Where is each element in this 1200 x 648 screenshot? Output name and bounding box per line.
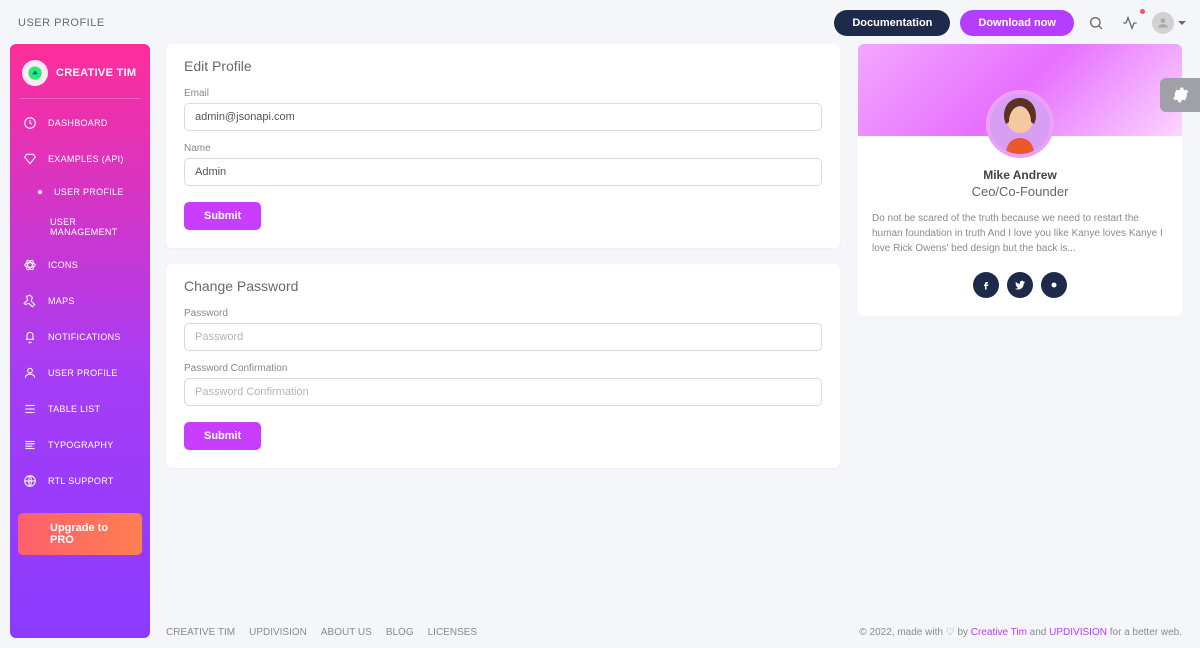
- facebook-icon[interactable]: [973, 272, 999, 298]
- card-title: Change Password: [184, 278, 822, 294]
- list-icon: [22, 401, 38, 417]
- name-field[interactable]: [184, 158, 822, 186]
- sidebar-item-notifications[interactable]: NOTIFICATIONS: [10, 319, 150, 355]
- twitter-icon[interactable]: [1007, 272, 1033, 298]
- name-label: Name: [184, 143, 822, 154]
- brand[interactable]: CREATIVE TIM: [10, 54, 150, 96]
- chevron-down-icon: [1178, 21, 1186, 25]
- atom-icon: [22, 257, 38, 273]
- page-title: USER PROFILE: [18, 17, 105, 29]
- profile-avatar: [986, 90, 1054, 158]
- footer-link[interactable]: ABOUT US: [321, 627, 372, 638]
- sidebar: CREATIVE TIM DASHBOARD EXAMPLES (API) US…: [10, 44, 150, 638]
- sidebar-item-label: USER PROFILE: [54, 187, 124, 197]
- password-confirm-field[interactable]: [184, 378, 822, 406]
- sidebar-item-table-list[interactable]: TABLE LIST: [10, 391, 150, 427]
- password-field[interactable]: [184, 323, 822, 351]
- user-menu[interactable]: [1152, 12, 1186, 34]
- bell-icon: [22, 329, 38, 345]
- sidebar-item-typography[interactable]: TYPOGRAPHY: [10, 427, 150, 463]
- divider: [20, 98, 140, 99]
- sidebar-item-label: USER MANAGEMENT: [50, 217, 140, 237]
- email-field[interactable]: [184, 103, 822, 131]
- profile-role: Ceo/Co-Founder: [858, 184, 1182, 199]
- submit-password-button[interactable]: Submit: [184, 422, 261, 450]
- globe-icon: [22, 473, 38, 489]
- sidebar-subitem-user-profile[interactable]: USER PROFILE: [10, 177, 150, 207]
- sidebar-item-label: ICONS: [48, 260, 78, 270]
- avatar-icon: [1152, 12, 1174, 34]
- sidebar-item-rtl[interactable]: RTL SUPPORT: [10, 463, 150, 499]
- sidebar-item-user-profile[interactable]: USER PROFILE: [10, 355, 150, 391]
- footer-link[interactable]: UPDIVISION: [249, 627, 307, 638]
- sidebar-item-label: DASHBOARD: [48, 118, 108, 128]
- footer-link[interactable]: CREATIVE TIM: [166, 627, 235, 638]
- profile-card: Mike Andrew Ceo/Co-Founder Do not be sca…: [858, 44, 1182, 316]
- activity-icon[interactable]: [1118, 11, 1142, 35]
- change-password-card: Change Password Password Password Confir…: [166, 264, 840, 468]
- footer-link-creative-tim[interactable]: Creative Tim: [971, 627, 1027, 638]
- sidebar-item-icons[interactable]: ICONS: [10, 247, 150, 283]
- text-icon: [22, 437, 38, 453]
- footer-links: CREATIVE TIM UPDIVISION ABOUT US BLOG LI…: [166, 627, 477, 638]
- upgrade-button[interactable]: Upgrade to PRO: [18, 513, 142, 555]
- footer-link-updivision[interactable]: UPDIVISION: [1049, 627, 1107, 638]
- sidebar-item-label: USER PROFILE: [48, 368, 118, 378]
- edit-profile-card: Edit Profile Email Name Submit: [166, 44, 840, 248]
- user-icon: [22, 365, 38, 381]
- search-icon[interactable]: [1084, 11, 1108, 35]
- diamond-icon: [22, 151, 38, 167]
- sidebar-item-label: TABLE LIST: [48, 404, 100, 414]
- submit-profile-button[interactable]: Submit: [184, 202, 261, 230]
- email-label: Email: [184, 88, 822, 99]
- card-title: Edit Profile: [184, 58, 822, 74]
- sidebar-item-label: NOTIFICATIONS: [48, 332, 121, 342]
- dashboard-icon: [22, 115, 38, 131]
- sidebar-subitem-user-management[interactable]: USER MANAGEMENT: [10, 207, 150, 247]
- password-label: Password: [184, 308, 822, 319]
- sidebar-item-examples[interactable]: EXAMPLES (API): [10, 141, 150, 177]
- sidebar-item-label: TYPOGRAPHY: [48, 440, 114, 450]
- profile-name: Mike Andrew: [858, 168, 1182, 182]
- download-icon: [28, 526, 42, 543]
- brand-logo-icon: [22, 60, 48, 86]
- upgrade-label: Upgrade to PRO: [50, 522, 132, 546]
- download-button[interactable]: Download now: [960, 10, 1074, 36]
- sidebar-item-label: MAPS: [48, 296, 75, 306]
- sidebar-item-maps[interactable]: MAPS: [10, 283, 150, 319]
- footer-copyright: © 2022, made with ♡ by Creative Tim and …: [859, 627, 1182, 638]
- sidebar-item-dashboard[interactable]: DASHBOARD: [10, 105, 150, 141]
- settings-gear-icon[interactable]: [1160, 78, 1200, 112]
- footer-link[interactable]: BLOG: [386, 627, 414, 638]
- brand-name: CREATIVE TIM: [56, 67, 136, 79]
- sidebar-item-label: EXAMPLES (API): [48, 154, 124, 164]
- footer-link[interactable]: LICENSES: [428, 627, 477, 638]
- pin-icon: [22, 293, 38, 309]
- profile-bio: Do not be scared of the truth because we…: [872, 211, 1168, 256]
- chat-icon[interactable]: [1041, 272, 1067, 298]
- documentation-button[interactable]: Documentation: [834, 10, 950, 36]
- sidebar-item-label: RTL SUPPORT: [48, 476, 114, 486]
- password-confirm-label: Password Confirmation: [184, 363, 822, 374]
